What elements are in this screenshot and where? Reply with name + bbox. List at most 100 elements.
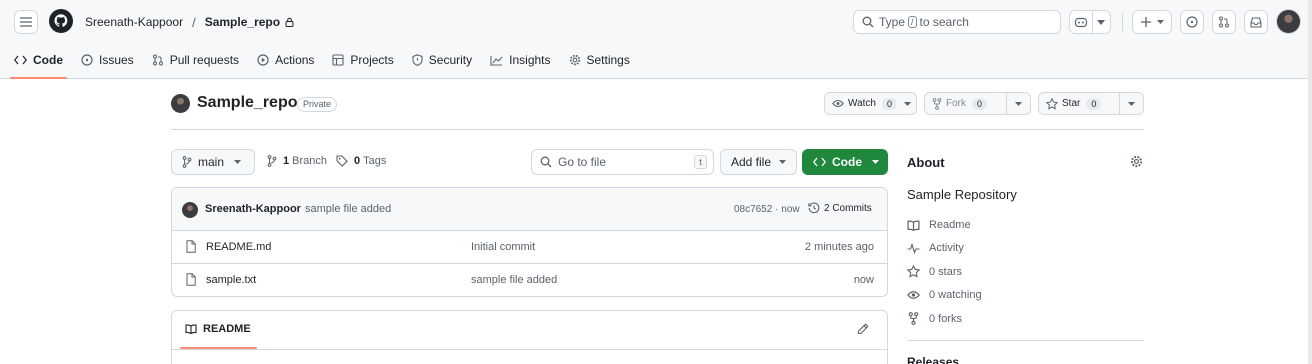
graph-icon [490, 55, 503, 66]
readme-tab-label: README [203, 323, 251, 335]
chevron-down-icon[interactable] [1097, 20, 1105, 25]
go-to-file-input[interactable]: Go to file t [531, 149, 714, 175]
code-button[interactable]: Code [802, 149, 888, 175]
breadcrumb-owner-link[interactable]: Sreenath-Kappoor [85, 15, 183, 29]
play-icon [257, 54, 269, 66]
tab-settings[interactable]: Settings [565, 46, 634, 74]
watch-label: Watch [848, 98, 876, 109]
watch-dropdown[interactable] [898, 93, 916, 114]
commits-link[interactable]: 2 Commits [808, 202, 872, 214]
gear-icon [569, 54, 580, 66]
readme-divider [172, 349, 887, 350]
pencil-icon[interactable] [857, 323, 869, 335]
shield-icon [412, 54, 423, 66]
search-placeholder-prefix: Type [879, 15, 906, 29]
about-watching-link[interactable]: 0 watching [907, 289, 982, 301]
chevron-down-icon [234, 160, 242, 164]
tab-insights[interactable]: Insights [486, 46, 554, 74]
about-forks-link[interactable]: 0 forks [907, 312, 962, 325]
code-button-label: Code [832, 155, 862, 169]
code-icon [14, 55, 27, 65]
tab-security[interactable]: Security [408, 46, 476, 74]
table-row[interactable]: sample.txt sample file added now [172, 264, 887, 296]
branch-name: main [198, 155, 225, 169]
about-divider [907, 340, 1144, 341]
readme-tab[interactable]: README [185, 323, 251, 335]
about-activity-label: Activity [929, 242, 964, 254]
file-name[interactable]: README.md [206, 241, 271, 253]
tab-actions[interactable]: Actions [253, 46, 318, 74]
search-icon [540, 156, 552, 168]
chevron-down-icon [903, 101, 911, 106]
search-placeholder-suffix: to search [919, 15, 969, 29]
file-commit-message[interactable]: sample file added [471, 274, 557, 286]
commits-count: 2 Commits [824, 202, 872, 214]
fork-dropdown[interactable] [1006, 93, 1030, 114]
about-stars-label: 0 stars [929, 265, 963, 278]
watch-count: 0 [881, 97, 897, 110]
file-commit-message[interactable]: Initial commit [471, 241, 535, 253]
releases-heading[interactable]: Releases [907, 355, 959, 364]
inbox-button[interactable] [1244, 10, 1268, 34]
fork-button[interactable]: Fork 0 [924, 92, 1031, 115]
star-dropdown[interactable] [1119, 93, 1143, 114]
code-icon [813, 157, 826, 167]
commit-author[interactable]: Sreenath-Kappoor [205, 203, 301, 215]
chevron-down-icon [1015, 101, 1022, 106]
pull-requests-button[interactable] [1212, 10, 1236, 34]
gear-icon[interactable] [1130, 155, 1143, 168]
menu-button[interactable] [14, 10, 38, 34]
chevron-down-icon [1156, 20, 1164, 24]
repo-owner-avatar[interactable] [171, 94, 190, 113]
add-file-label: Add file [731, 155, 772, 169]
tags-label: Tags [363, 155, 387, 167]
inbox-icon [1250, 16, 1262, 28]
about-heading: About [907, 155, 945, 170]
tab-pull-requests[interactable]: Pull requests [148, 46, 243, 74]
user-avatar[interactable] [1276, 9, 1301, 34]
about-stars-link[interactable]: 0 stars [907, 265, 962, 278]
watch-button[interactable]: Watch 0 [824, 92, 917, 115]
table-row[interactable]: README.md Initial commit 2 minutes ago [172, 231, 887, 264]
visibility-badge: Private [297, 97, 338, 112]
commit-author-avatar[interactable] [182, 202, 198, 218]
search-shortcut-key: / [908, 16, 917, 28]
commit-message[interactable]: sample file added [305, 203, 391, 215]
search-icon [862, 16, 874, 28]
tab-pull-requests-label: Pull requests [169, 53, 240, 67]
chevron-down-icon [779, 160, 787, 164]
search-placeholder: Type / to search [879, 15, 969, 29]
fork-label: Fork [946, 98, 966, 109]
about-readme-link[interactable]: Readme [907, 219, 971, 231]
branch-icon [267, 155, 277, 167]
about-forks-label: 0 forks [929, 312, 963, 325]
hamburger-icon [20, 17, 32, 27]
add-file-button[interactable]: Add file [720, 149, 797, 175]
branch-selector[interactable]: main [171, 149, 255, 175]
table-icon [332, 54, 344, 66]
about-activity-link[interactable]: Activity [907, 242, 964, 254]
star-icon [1046, 97, 1058, 110]
eye-icon [832, 99, 844, 108]
search-input[interactable]: Type / to search [853, 10, 1061, 34]
github-logo-icon[interactable] [49, 9, 73, 33]
page-scrollbar[interactable] [1308, 0, 1312, 364]
history-icon [808, 202, 820, 214]
branches-link[interactable]: 1 Branch [267, 155, 327, 167]
page-title[interactable]: Sample_repo [197, 94, 297, 112]
tab-code[interactable]: Code [10, 46, 67, 79]
commit-sha[interactable]: 08c7652 · now [734, 204, 800, 215]
tags-link[interactable]: 0 Tags [336, 155, 386, 167]
tab-projects[interactable]: Projects [328, 46, 397, 74]
issues-button[interactable] [1180, 10, 1204, 34]
star-button[interactable]: Star 0 [1038, 92, 1144, 115]
file-name[interactable]: sample.txt [206, 274, 256, 286]
create-new-button[interactable] [1132, 10, 1172, 34]
copilot-button[interactable] [1069, 10, 1111, 34]
tab-issues[interactable]: Issues [77, 46, 138, 74]
breadcrumb-repo-link[interactable]: Sample_repo [205, 15, 280, 29]
about-readme-label: Readme [929, 219, 971, 231]
branches-count: 1 [283, 155, 290, 167]
tags-count: 0 [354, 155, 361, 167]
book-icon [907, 220, 920, 231]
